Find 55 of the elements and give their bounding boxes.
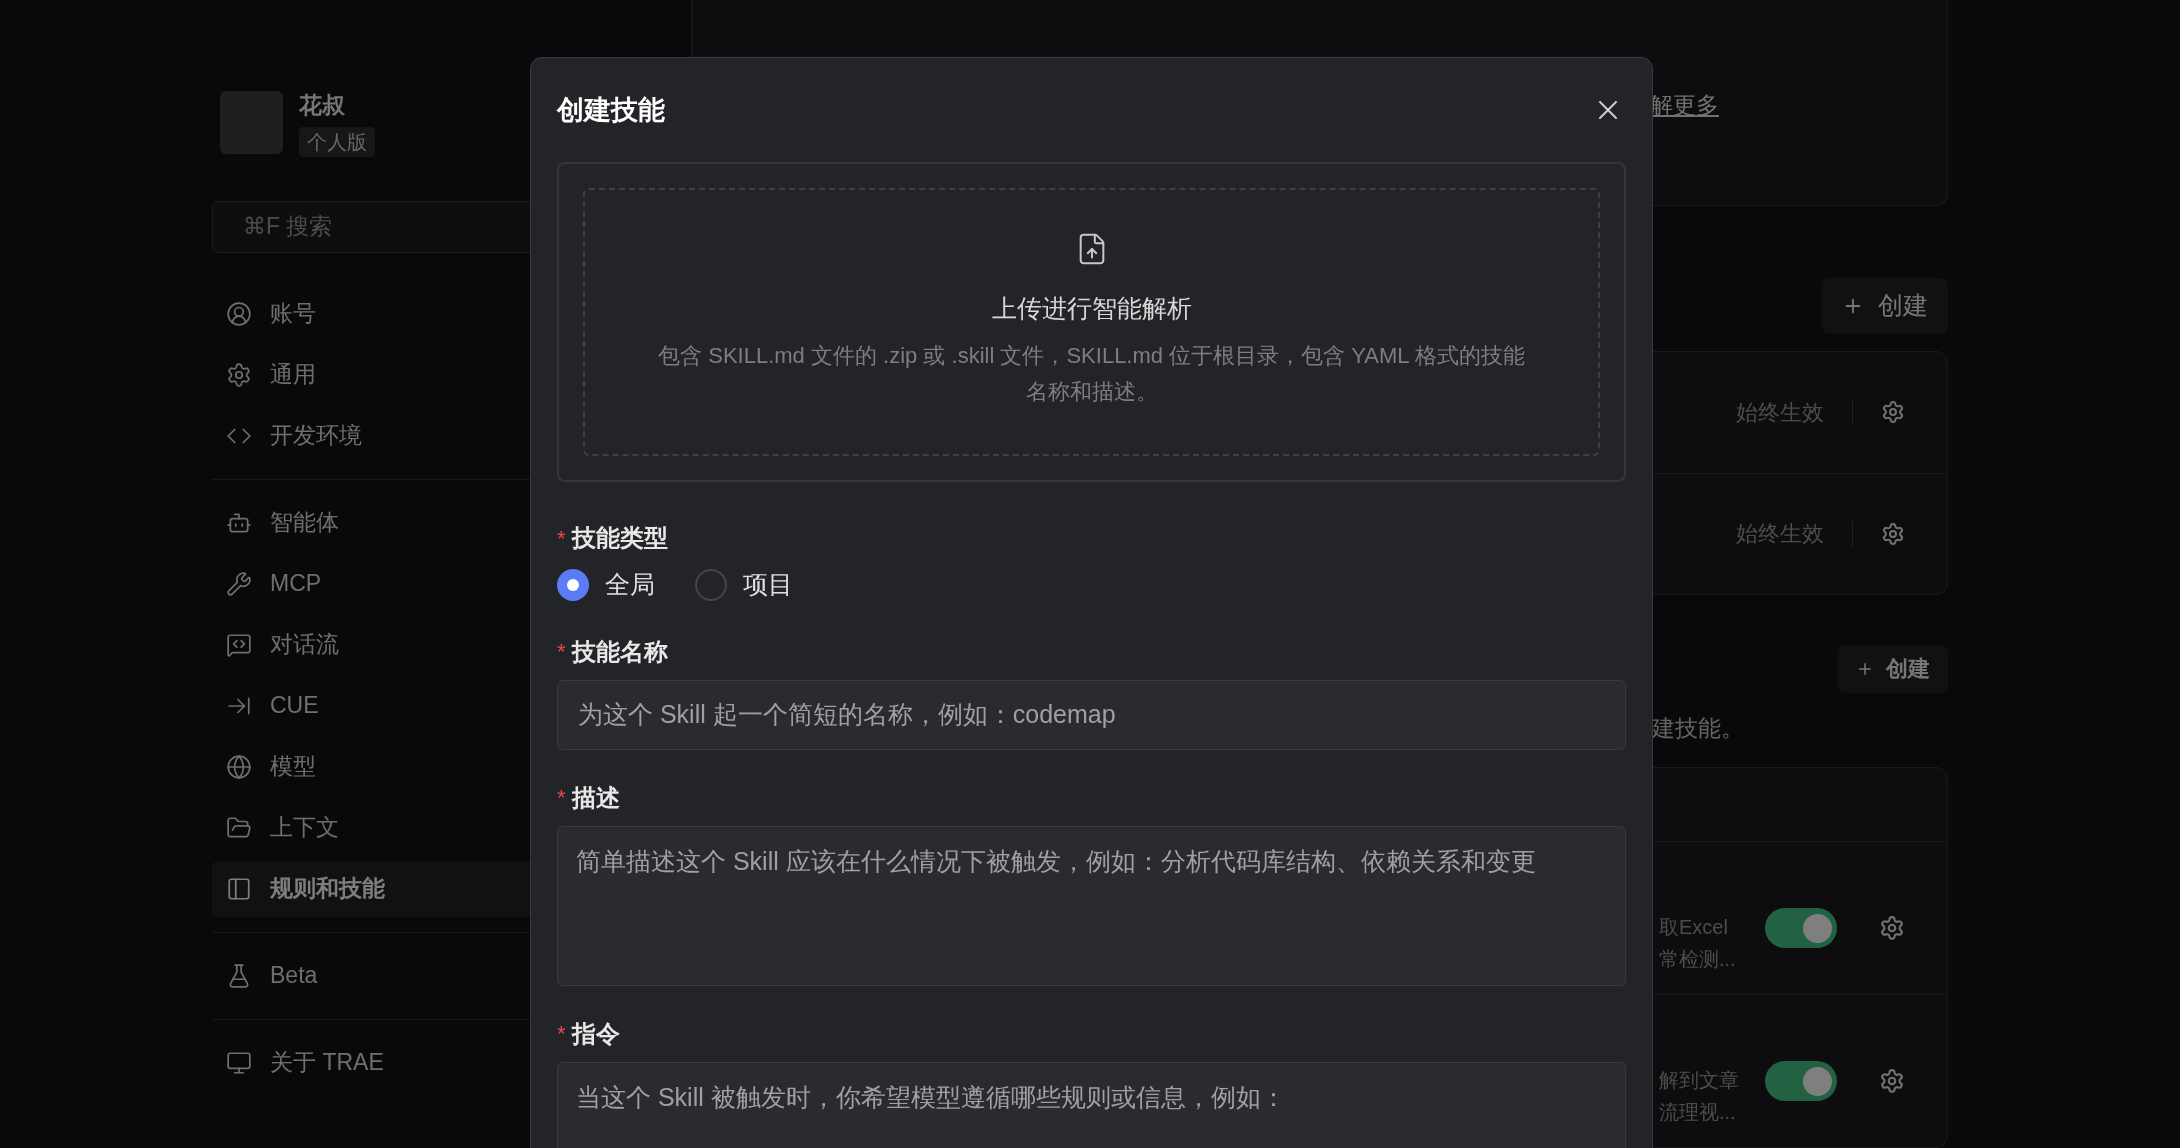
status-label: 始终生效 xyxy=(1736,398,1824,427)
sidebar-item[interactable]: 通用 xyxy=(212,346,542,403)
skill-description: 取Excel xyxy=(1659,915,1729,940)
sidebar-item[interactable]: MCP xyxy=(212,555,542,612)
radio-button[interactable] xyxy=(695,568,727,601)
field-label: 技能类型 xyxy=(571,523,668,553)
sidebar-item[interactable]: 关于 TRAE xyxy=(212,1034,542,1091)
skill-description: 解到文章 xyxy=(1659,1068,1740,1093)
user-name: 花叔 xyxy=(299,91,346,120)
sidebar-item[interactable]: 模型 xyxy=(212,738,542,795)
gear-icon[interactable] xyxy=(1881,521,1905,546)
plan-badge: 个人版 xyxy=(299,126,375,157)
text-area-field[interactable]: 简单描述这个 Skill 应该在什么情况下被触发，例如：分析代码库结构、依赖关系和变更 xyxy=(557,825,1626,986)
field-label: 技能名称 xyxy=(571,636,668,667)
upload-drop-zone[interactable]: 上传进行智能解析 包含 SKILL.md 文件的 .zip 或 .skill 文件，SKILL.md 位于根目录，包含 YAML 格式的技能名称和描述。 xyxy=(583,188,1600,456)
upload-title: 上传进行智能解析 xyxy=(991,293,1192,324)
chat-code-icon xyxy=(226,631,252,658)
sidebar-item[interactable]: Beta xyxy=(212,947,542,1004)
text-area-field[interactable]: 当这个 Skill 被触发时，你希望模型遵循哪些规则或信息，例如： xyxy=(557,1061,1626,1148)
toggle-switch[interactable] xyxy=(1765,1061,1837,1101)
hint-text: 建技能。 xyxy=(1652,714,1744,741)
gear-icon[interactable] xyxy=(1881,400,1905,424)
toggle-switch[interactable] xyxy=(1765,908,1837,948)
user-circle-icon xyxy=(226,300,252,327)
required-mark: * xyxy=(557,784,566,812)
dialog-title: 创建技能 xyxy=(557,93,665,127)
skill-description: 流理视... xyxy=(1659,1100,1737,1125)
field-label: 指令 xyxy=(571,1018,620,1049)
sidebar-item[interactable]: CUE xyxy=(212,677,542,734)
skill-description: 常检测... xyxy=(1659,947,1737,972)
create-button[interactable]: 创建 xyxy=(1822,277,1948,334)
sidebar-item[interactable]: 上下文 xyxy=(212,799,542,856)
status-label: 始终生效 xyxy=(1736,520,1824,548)
required-mark: * xyxy=(557,1020,566,1048)
radio-button[interactable] xyxy=(557,568,589,601)
wrench-icon xyxy=(226,570,252,597)
panel-icon xyxy=(226,875,252,902)
required-mark: * xyxy=(557,524,566,553)
field-label: 描述 xyxy=(571,782,620,813)
sidebar-item[interactable]: 开发环境 xyxy=(212,407,542,464)
globe-icon xyxy=(226,753,252,780)
upload-description: 包含 SKILL.md 文件的 .zip 或 .skill 文件，SKILL.md 位于根目录，包含 YAML 格式的技能名称和描述。 xyxy=(657,341,1526,406)
required-mark: * xyxy=(557,638,566,666)
gear-icon[interactable] xyxy=(1879,915,1905,941)
create-button[interactable]: 创建 xyxy=(1838,644,1948,693)
gear-icon[interactable] xyxy=(1879,1068,1905,1094)
folder-icon xyxy=(226,814,252,841)
name-input-field[interactable]: 为这个 Skill 起一个简短的名称，例如：codemap xyxy=(557,679,1626,750)
monitor-icon xyxy=(226,1049,252,1076)
radio-label: 项目 xyxy=(743,569,793,600)
sidebar-item[interactable]: 对话流 xyxy=(212,616,542,673)
sidebar-item[interactable]: 账号 xyxy=(212,285,542,342)
radio-label: 全局 xyxy=(605,569,655,600)
sidebar-item[interactable]: 智能体 xyxy=(212,494,542,551)
gear-icon xyxy=(226,361,252,388)
